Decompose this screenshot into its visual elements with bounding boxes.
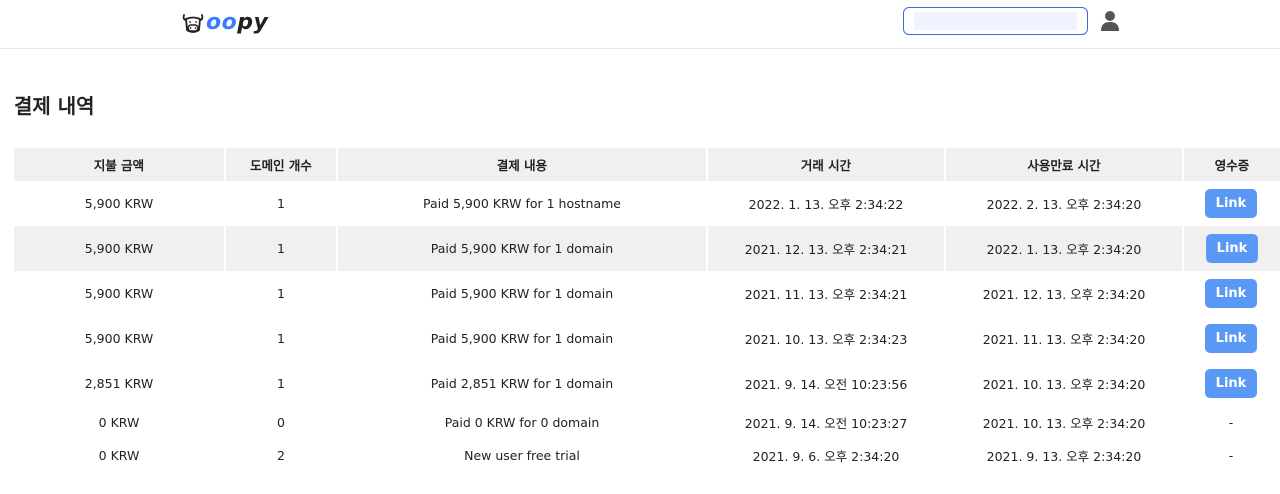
cell-description: Paid 5,900 KRW for 1 domain (430, 286, 614, 301)
cell-receipt: Link (1184, 181, 1280, 226)
payment-history-table: 지불 금액 도메인 개수 결제 내용 거래 시간 사용만료 시간 영수증 5,9… (14, 148, 1280, 472)
cell-transaction-time: 2021. 12. 13. 오후 2:34:21 (708, 226, 946, 271)
cell-receipt: Link (1184, 316, 1280, 361)
cell-amount: 5,900 KRW (84, 286, 154, 301)
logo-wordmark: oopy (206, 10, 269, 35)
cell-amount: 5,900 KRW (84, 331, 154, 346)
cell-description: Paid 0 KRW for 0 domain (444, 415, 600, 430)
cell-description: Paid 2,851 KRW for 1 domain (430, 376, 614, 391)
table-row: 5,900 KRW 1 Paid 5,900 KRW for 1 domain … (14, 271, 1280, 316)
column-header-transaction-time: 거래 시간 (708, 148, 946, 181)
receipt-link-button[interactable]: Link (1206, 234, 1258, 263)
top-navbar: oopy (0, 0, 1280, 49)
cell-receipt: Link (1184, 271, 1280, 316)
cell-domain-count: 1 (277, 376, 285, 391)
cell-transaction-time: 2021. 9. 6. 오후 2:34:20 (752, 449, 900, 464)
cell-amount: 0 KRW (98, 448, 140, 463)
column-header-description: 결제 내용 (338, 148, 708, 181)
cell-expiry-time: 2021. 12. 13. 오후 2:34:20 (982, 287, 1146, 302)
cell-amount: 2,851 KRW (84, 376, 154, 391)
cell-receipt: - (1228, 448, 1234, 463)
receipt-link-button[interactable]: Link (1205, 324, 1257, 353)
receipt-link-button[interactable]: Link (1205, 369, 1257, 398)
cell-description: Paid 5,900 KRW for 1 hostname (422, 196, 621, 211)
cell-expiry-time: 2021. 10. 13. 오후 2:34:20 (982, 416, 1146, 431)
table-row: 5,900 KRW 1 Paid 5,900 KRW for 1 domain … (14, 316, 1280, 361)
cell-expiry-time: 2022. 1. 13. 오후 2:34:20 (946, 226, 1184, 271)
cell-domain-count: 1 (226, 226, 338, 271)
cell-receipt: - (1228, 415, 1234, 430)
cell-transaction-time: 2021. 9. 14. 오전 10:23:27 (744, 416, 908, 431)
column-header-domain-count: 도메인 개수 (226, 148, 338, 181)
column-header-amount: 지불 금액 (14, 148, 226, 181)
cell-description: Paid 5,900 KRW for 1 domain (430, 331, 614, 346)
cow-head-icon (182, 14, 204, 33)
column-header-receipt: 영수증 (1184, 148, 1280, 181)
cell-domain-count: 1 (277, 286, 285, 301)
cell-amount: 5,900 KRW (84, 196, 154, 211)
user-avatar-icon[interactable] (1100, 10, 1120, 32)
table-row: 5,900 KRW 1 Paid 5,900 KRW for 1 hostnam… (14, 181, 1280, 226)
table-header-row: 지불 금액 도메인 개수 결제 내용 거래 시간 사용만료 시간 영수증 (14, 148, 1280, 181)
cell-amount: 0 KRW (98, 415, 140, 430)
cell-expiry-time: 2021. 11. 13. 오후 2:34:20 (982, 332, 1146, 347)
cell-domain-count: 2 (277, 448, 285, 463)
cell-transaction-time: 2021. 11. 13. 오후 2:34:21 (744, 287, 908, 302)
search-input[interactable] (914, 12, 1077, 30)
cell-expiry-time: 2021. 9. 13. 오후 2:34:20 (986, 449, 1142, 464)
table-row: 2,851 KRW 1 Paid 2,851 KRW for 1 domain … (14, 361, 1280, 406)
cell-domain-count: 0 (277, 415, 285, 430)
cell-receipt: Link (1184, 361, 1280, 406)
receipt-link-button[interactable]: Link (1205, 279, 1257, 308)
cell-transaction-time: 2022. 1. 13. 오후 2:34:22 (748, 197, 904, 212)
receipt-link-button[interactable]: Link (1205, 189, 1257, 218)
table-row: 5,900 KRW 1 Paid 5,900 KRW for 1 domain … (14, 226, 1280, 271)
column-header-expiry-time: 사용만료 시간 (946, 148, 1184, 181)
cell-receipt: Link (1184, 226, 1280, 271)
table-row: 0 KRW 0 Paid 0 KRW for 0 domain 2021. 9.… (14, 406, 1280, 439)
cell-amount: 5,900 KRW (14, 226, 226, 271)
cell-domain-count: 1 (277, 196, 285, 211)
cell-transaction-time: 2021. 9. 14. 오전 10:23:56 (744, 377, 908, 392)
search-box[interactable] (903, 7, 1088, 35)
table-row: 0 KRW 2 New user free trial 2021. 9. 6. … (14, 439, 1280, 472)
logo-link[interactable]: oopy (181, 8, 268, 38)
cell-expiry-time: 2022. 2. 13. 오후 2:34:20 (986, 197, 1142, 212)
cell-expiry-time: 2021. 10. 13. 오후 2:34:20 (982, 377, 1146, 392)
cell-description: New user free trial (464, 448, 580, 463)
cell-domain-count: 1 (277, 331, 285, 346)
cell-description: Paid 5,900 KRW for 1 domain (338, 226, 708, 271)
cell-transaction-time: 2021. 10. 13. 오후 2:34:23 (744, 332, 908, 347)
page-title: 결제 내역 (14, 94, 95, 118)
